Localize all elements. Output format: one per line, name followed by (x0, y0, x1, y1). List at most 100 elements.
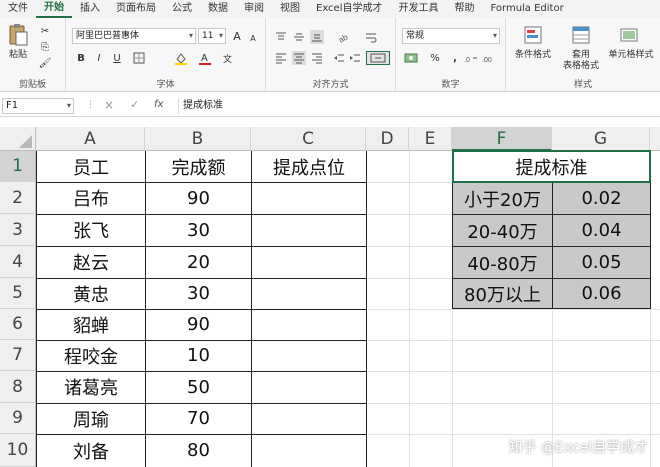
name-box[interactable]: F1 ▾ (2, 98, 74, 114)
cell-f3[interactable]: 20-40万 (453, 215, 552, 246)
cell-c1[interactable]: 提成点位 (252, 151, 366, 182)
fill-color-icon[interactable] (174, 51, 188, 65)
cancel-icon[interactable]: × (104, 98, 114, 112)
decrease-indent-icon[interactable] (332, 51, 346, 65)
select-all-corner[interactable] (0, 127, 36, 151)
cell-a10[interactable]: 刘备 (37, 434, 145, 467)
cell-a1[interactable]: 员工 (37, 151, 145, 182)
menu-excel-self-study[interactable]: Excel自学成才 (308, 0, 391, 18)
align-bottom-icon[interactable] (310, 30, 324, 44)
align-center-icon[interactable] (292, 51, 306, 65)
row-header-6[interactable]: 6 (0, 309, 36, 340)
font-size-dropdown[interactable]: 11 ▾ (198, 28, 226, 44)
copy-icon[interactable]: ⎘ (38, 40, 52, 54)
menu-data[interactable]: 数据 (200, 0, 236, 18)
column-header-a[interactable]: A (36, 127, 145, 151)
cell-f2[interactable]: 小于20万 (453, 183, 552, 214)
cell-a9[interactable]: 周瑜 (37, 403, 145, 434)
cell-b3[interactable]: 30 (146, 214, 251, 246)
cell-styles-label[interactable]: 单元格样式 (604, 50, 658, 61)
increase-decimal-icon[interactable]: .0 (464, 51, 478, 65)
enter-icon[interactable]: ✓ (130, 98, 139, 111)
cell-b6[interactable]: 90 (146, 309, 251, 340)
menu-page-layout[interactable]: 页面布局 (108, 0, 164, 18)
underline-button[interactable]: U (110, 51, 124, 65)
menu-formulas[interactable]: 公式 (164, 0, 200, 18)
row-header-3[interactable]: 3 (0, 214, 36, 246)
align-left-icon[interactable] (274, 51, 288, 65)
cell-f5[interactable]: 80万以上 (453, 279, 552, 308)
cut-icon[interactable]: ✂ (38, 24, 52, 38)
insert-function-icon[interactable]: fx (154, 99, 163, 110)
wrap-text-icon[interactable] (364, 30, 378, 44)
row-header-9[interactable]: 9 (0, 403, 36, 434)
cell-g3[interactable]: 0.04 (553, 215, 650, 246)
column-header-g[interactable]: G (552, 127, 650, 151)
format-as-table-label[interactable]: 套用 表格格式 (558, 50, 604, 72)
row-header-8[interactable]: 8 (0, 371, 36, 403)
conditional-formatting-icon[interactable] (522, 24, 544, 46)
cell-g4[interactable]: 0.05 (553, 247, 650, 278)
menu-file[interactable]: 文件 (0, 0, 36, 18)
conditional-formatting-label[interactable]: 条件格式 (508, 50, 558, 61)
row-header-7[interactable]: 7 (0, 340, 36, 371)
cell-b8[interactable]: 50 (146, 371, 251, 403)
cell-g5[interactable]: 0.06 (553, 279, 650, 308)
menu-review[interactable]: 审阅 (236, 0, 272, 18)
percent-style-button[interactable]: % (428, 51, 442, 65)
font-name-dropdown[interactable]: 阿里巴巴普惠体 ▾ (72, 28, 196, 44)
cell-a8[interactable]: 诸葛亮 (37, 371, 145, 403)
cell-b5[interactable]: 30 (146, 278, 251, 309)
cell-a4[interactable]: 赵云 (37, 246, 145, 278)
menu-home[interactable]: 开始 (36, 0, 72, 18)
row-header-4[interactable]: 4 (0, 246, 36, 278)
menu-insert[interactable]: 插入 (72, 0, 108, 18)
number-format-dropdown[interactable]: 常规 ▾ (402, 28, 500, 44)
format-painter-icon[interactable]: 🖌 (38, 56, 52, 70)
increase-indent-icon[interactable] (348, 51, 362, 65)
cell-b2[interactable]: 90 (146, 182, 251, 214)
border-icon[interactable] (132, 51, 146, 65)
decrease-decimal-icon[interactable]: .00 (482, 51, 496, 65)
cell-a5[interactable]: 黄忠 (37, 278, 145, 309)
align-top-icon[interactable] (274, 30, 288, 44)
paste-icon[interactable] (6, 22, 30, 48)
shrink-font-icon[interactable]: A (246, 31, 260, 45)
column-header-c[interactable]: C (251, 127, 366, 151)
cell-b4[interactable]: 20 (146, 246, 251, 278)
merge-center-icon[interactable] (366, 51, 390, 65)
grow-font-icon[interactable]: A (230, 29, 244, 43)
row-header-1[interactable]: 1 (0, 151, 36, 182)
bold-button[interactable]: B (74, 51, 88, 65)
comma-style-button[interactable]: , (448, 51, 462, 65)
accounting-format-icon[interactable] (404, 51, 418, 65)
menu-developer[interactable]: 开发工具 (391, 0, 447, 18)
cell-a2[interactable]: 吕布 (37, 182, 145, 214)
row-header-5[interactable]: 5 (0, 278, 36, 309)
column-header-next[interactable] (650, 127, 660, 151)
column-header-f[interactable]: F (452, 127, 552, 151)
formula-input[interactable]: 提成标准 (178, 98, 660, 114)
cell-a6[interactable]: 貂蝉 (37, 309, 145, 340)
cell-b7[interactable]: 10 (146, 340, 251, 371)
align-middle-icon[interactable] (292, 30, 306, 44)
menu-help[interactable]: 帮助 (447, 0, 483, 18)
cell-a3[interactable]: 张飞 (37, 214, 145, 246)
row-header-2[interactable]: 2 (0, 182, 36, 214)
orientation-icon[interactable]: ab (336, 30, 350, 44)
cell-styles-icon[interactable] (618, 24, 640, 46)
cell-b10[interactable]: 80 (146, 434, 251, 467)
cell-f1[interactable]: 提成标准 (453, 151, 650, 182)
align-right-icon[interactable] (310, 51, 324, 65)
format-as-table-icon[interactable] (570, 24, 592, 46)
cell-f4[interactable]: 40-80万 (453, 247, 552, 278)
cell-b1[interactable]: 完成额 (146, 151, 251, 182)
cell-a7[interactable]: 程咬金 (37, 340, 145, 371)
column-header-b[interactable]: B (145, 127, 251, 151)
menu-view[interactable]: 视图 (272, 0, 308, 18)
cell-g2[interactable]: 0.02 (553, 183, 650, 214)
italic-button[interactable]: I (92, 51, 106, 65)
column-header-e[interactable]: E (409, 127, 452, 151)
paste-button-label[interactable]: 粘贴 (4, 50, 32, 61)
phonetic-icon[interactable]: 文 (222, 51, 236, 65)
